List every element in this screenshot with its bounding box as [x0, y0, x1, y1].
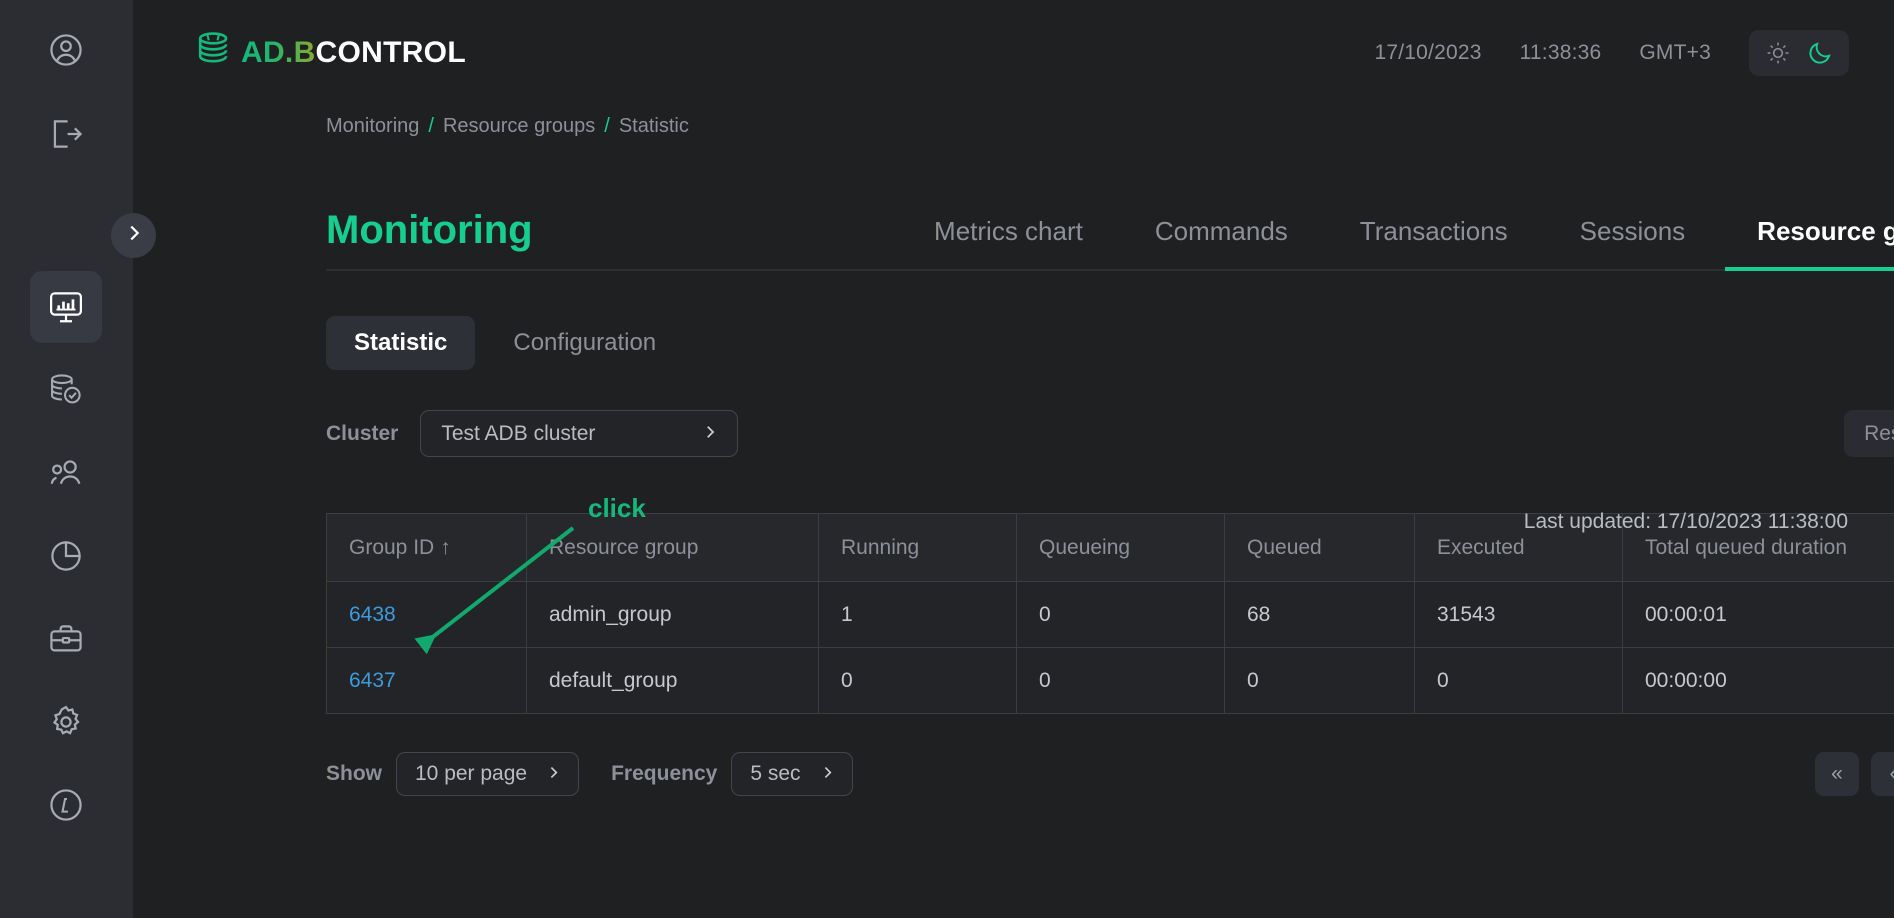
- logout-icon: [47, 115, 85, 153]
- cell-resource-group: admin_group: [527, 582, 819, 648]
- breadcrumb: Monitoring / Resource groups / Statistic: [133, 105, 1894, 138]
- cell-running: 0: [819, 648, 1017, 714]
- sidebar-item-logout[interactable]: [30, 98, 102, 170]
- cluster-select-value: Test ADB cluster: [441, 422, 595, 446]
- chevron-right-icon: [819, 763, 836, 785]
- first-page-button[interactable]: «: [1815, 752, 1859, 796]
- app-header: AD.BCONTROL 17/10/2023 11:38:36 GMT+3: [133, 0, 1894, 105]
- cell-group-id: 6438: [327, 582, 527, 648]
- column-header-queued[interactable]: Queued: [1225, 514, 1415, 582]
- gear-icon: [47, 703, 85, 741]
- info-icon: [47, 786, 85, 824]
- column-header-resource-group[interactable]: Resource group: [527, 514, 819, 582]
- prev-page-button[interactable]: ‹: [1871, 752, 1894, 796]
- database-logo-icon: [193, 29, 235, 76]
- cell-queueing: 0: [1017, 648, 1225, 714]
- monitoring-icon: [47, 288, 85, 326]
- chevron-right-icon: [545, 763, 562, 785]
- sidebar-item-account[interactable]: [30, 14, 102, 86]
- sun-icon[interactable]: [1765, 40, 1791, 66]
- cluster-select[interactable]: Test ADB cluster: [420, 410, 738, 457]
- logo-secondary-text: CONTROL: [316, 36, 466, 69]
- breadcrumb-separator: /: [604, 115, 610, 138]
- cell-total-queued-duration: 00:00:01: [1623, 582, 1894, 648]
- header-date: 17/10/2023: [1374, 41, 1481, 65]
- tab-commands[interactable]: Commands: [1155, 216, 1288, 269]
- resource-groups-table-wrapper: Group ID ↑ Resource group Running Queuein…: [326, 513, 1894, 714]
- sidebar-item-workload[interactable]: [30, 603, 102, 675]
- sidebar-item-settings[interactable]: [30, 686, 102, 758]
- app-root: AD.BCONTROL 17/10/2023 11:38:36 GMT+3: [0, 0, 1894, 918]
- column-header-queueing[interactable]: Queueing: [1017, 514, 1225, 582]
- sidebar-item-databases[interactable]: [30, 354, 102, 426]
- briefcase-icon: [47, 620, 85, 658]
- database-check-icon: [47, 371, 85, 409]
- sidebar-item-reports[interactable]: [30, 520, 102, 592]
- cluster-label: Cluster: [326, 422, 398, 446]
- breadcrumb-item-statistic[interactable]: Statistic: [619, 115, 689, 138]
- cell-queued: 0: [1225, 648, 1415, 714]
- cell-resource-group: default_group: [527, 648, 819, 714]
- last-updated-text: Last updated: 17/10/2023 11:38:00: [1524, 510, 1848, 534]
- filters-row: Cluster Test ADB cluster Reset: [326, 410, 1894, 457]
- table-row[interactable]: 6438 admin_group 1 0 68 31543 00:00:01: [327, 582, 1894, 648]
- cell-queued: 68: [1225, 582, 1415, 648]
- cell-running: 1: [819, 582, 1017, 648]
- frequency-label: Frequency: [611, 762, 717, 786]
- sub-tabs: Statistic Configuration: [326, 316, 1894, 370]
- moon-icon[interactable]: [1807, 40, 1833, 66]
- cell-executed: 0: [1415, 648, 1623, 714]
- app-logo[interactable]: AD.BCONTROL: [193, 29, 466, 76]
- sidebar-expand-button[interactable]: [111, 213, 156, 258]
- table-row[interactable]: 6437 default_group 0 0 0 0 00:00:00: [327, 648, 1894, 714]
- header-right: 17/10/2023 11:38:36 GMT+3: [1374, 30, 1849, 76]
- reset-button-label: Reset: [1864, 422, 1894, 446]
- main-content: AD.BCONTROL 17/10/2023 11:38:36 GMT+3: [133, 0, 1894, 918]
- breadcrumb-item-monitoring[interactable]: Monitoring: [326, 115, 419, 138]
- subtab-configuration[interactable]: Configuration: [485, 316, 684, 370]
- column-label: Group ID: [349, 536, 434, 559]
- tab-metrics-chart[interactable]: Metrics chart: [934, 216, 1083, 269]
- reset-button[interactable]: Reset: [1844, 410, 1894, 457]
- sidebar-item-users[interactable]: [30, 437, 102, 509]
- theme-toggle: [1749, 30, 1849, 76]
- page-tabs: Monitoring Metrics chart Commands Transa…: [326, 186, 1894, 271]
- cell-group-id: 6437: [327, 648, 527, 714]
- sidebar: [0, 0, 133, 918]
- page-size-value: 10 per page: [415, 762, 527, 786]
- header-time: 11:38:36: [1520, 41, 1602, 65]
- group-id-link[interactable]: 6438: [349, 603, 396, 626]
- sidebar-item-info[interactable]: [30, 769, 102, 841]
- header-timezone: GMT+3: [1639, 41, 1711, 65]
- sort-ascending-icon: ↑: [440, 536, 451, 559]
- logo-primary-text: AD.B: [241, 36, 316, 69]
- column-header-group-id[interactable]: Group ID ↑: [327, 514, 527, 582]
- cell-queueing: 0: [1017, 582, 1225, 648]
- chevron-right-icon: [123, 222, 145, 249]
- show-label: Show: [326, 762, 382, 786]
- table-footer-controls: Show 10 per page Frequency 5 sec « ‹ ›: [326, 752, 1894, 796]
- subtab-statistic[interactable]: Statistic: [326, 316, 475, 370]
- page-title: Monitoring: [326, 208, 533, 269]
- group-id-link[interactable]: 6437: [349, 669, 396, 692]
- chevron-right-icon: [701, 423, 719, 445]
- breadcrumb-separator: /: [428, 115, 434, 138]
- cell-executed: 31543: [1415, 582, 1623, 648]
- page-size-select[interactable]: 10 per page: [396, 752, 579, 796]
- frequency-value: 5 sec: [750, 762, 800, 786]
- breadcrumb-item-resource-groups[interactable]: Resource groups: [443, 115, 595, 138]
- sidebar-item-monitoring[interactable]: [30, 271, 102, 343]
- pie-chart-icon: [47, 537, 85, 575]
- pagination: « ‹ ›: [1815, 752, 1894, 796]
- resource-groups-table: Group ID ↑ Resource group Running Queuein…: [326, 513, 1894, 714]
- users-icon: [47, 454, 85, 492]
- table-body: 6438 admin_group 1 0 68 31543 00:00:01 6…: [327, 582, 1894, 714]
- cell-total-queued-duration: 00:00:00: [1623, 648, 1894, 714]
- tab-resource-groups[interactable]: Resource groups: [1757, 216, 1894, 269]
- tab-sessions[interactable]: Sessions: [1580, 216, 1686, 269]
- frequency-select[interactable]: 5 sec: [731, 752, 852, 796]
- account-icon: [47, 31, 85, 69]
- tab-transactions[interactable]: Transactions: [1360, 216, 1508, 269]
- column-header-running[interactable]: Running: [819, 514, 1017, 582]
